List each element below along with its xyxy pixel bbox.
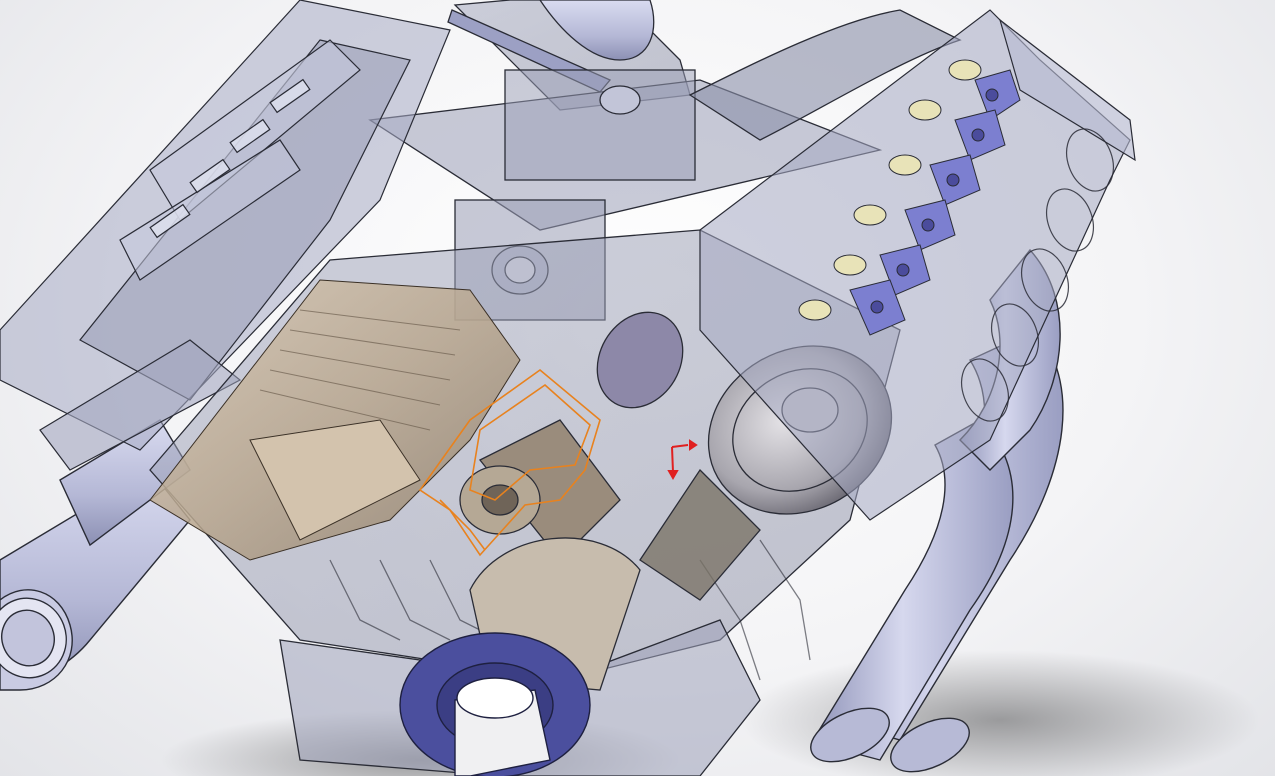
3d-model-viewport[interactable] [0,0,1275,776]
engine-model-canvas[interactable] [0,0,1275,776]
y-axis [671,446,674,473]
crankshaft-pulley[interactable] [399,632,591,776]
